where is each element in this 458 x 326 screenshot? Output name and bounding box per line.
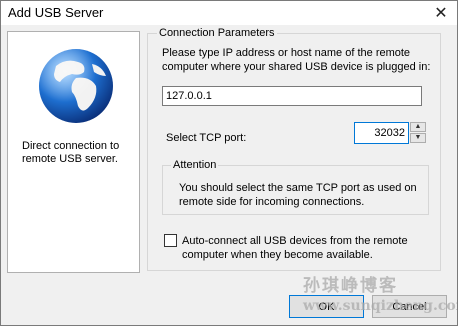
add-usb-server-dialog: Add USB Server ✕ Direct connection to re… — [0, 0, 458, 326]
watermark-title: 孙琪峥博客 — [303, 276, 398, 296]
port-input[interactable] — [354, 122, 409, 144]
connection-parameters-group: Connection Parameters Please type IP add… — [147, 27, 441, 271]
group-label: Connection Parameters — [157, 27, 277, 39]
spin-up-icon[interactable]: ▲ — [410, 122, 426, 132]
host-input[interactable] — [162, 86, 422, 106]
attention-group: Attention You should select the same TCP… — [162, 159, 429, 215]
auto-connect-checkbox[interactable] — [164, 234, 177, 247]
spin-down-icon[interactable]: ▼ — [410, 133, 426, 143]
left-panel: Direct connection to remote USB server. — [7, 31, 140, 273]
connection-description: Direct connection to remote USB server. — [22, 140, 120, 165]
port-label: Select TCP port: — [166, 132, 247, 144]
attention-label: Attention — [171, 159, 219, 171]
globe-icon — [39, 49, 113, 123]
auto-connect-label[interactable]: Auto-connect all USB devices from the re… — [182, 234, 432, 262]
cancel-button[interactable]: Cancel — [372, 295, 447, 318]
window-title: Add USB Server — [8, 5, 104, 20]
title-bar: Add USB Server ✕ — [1, 1, 457, 25]
instruction-text: Please type IP address or host name of t… — [162, 47, 431, 73]
close-icon[interactable]: ✕ — [425, 1, 457, 25]
attention-text: You should select the same TCP port as u… — [179, 182, 417, 208]
ok-button[interactable]: OK — [289, 295, 364, 318]
port-stepper[interactable]: ▲ ▼ — [354, 122, 426, 144]
